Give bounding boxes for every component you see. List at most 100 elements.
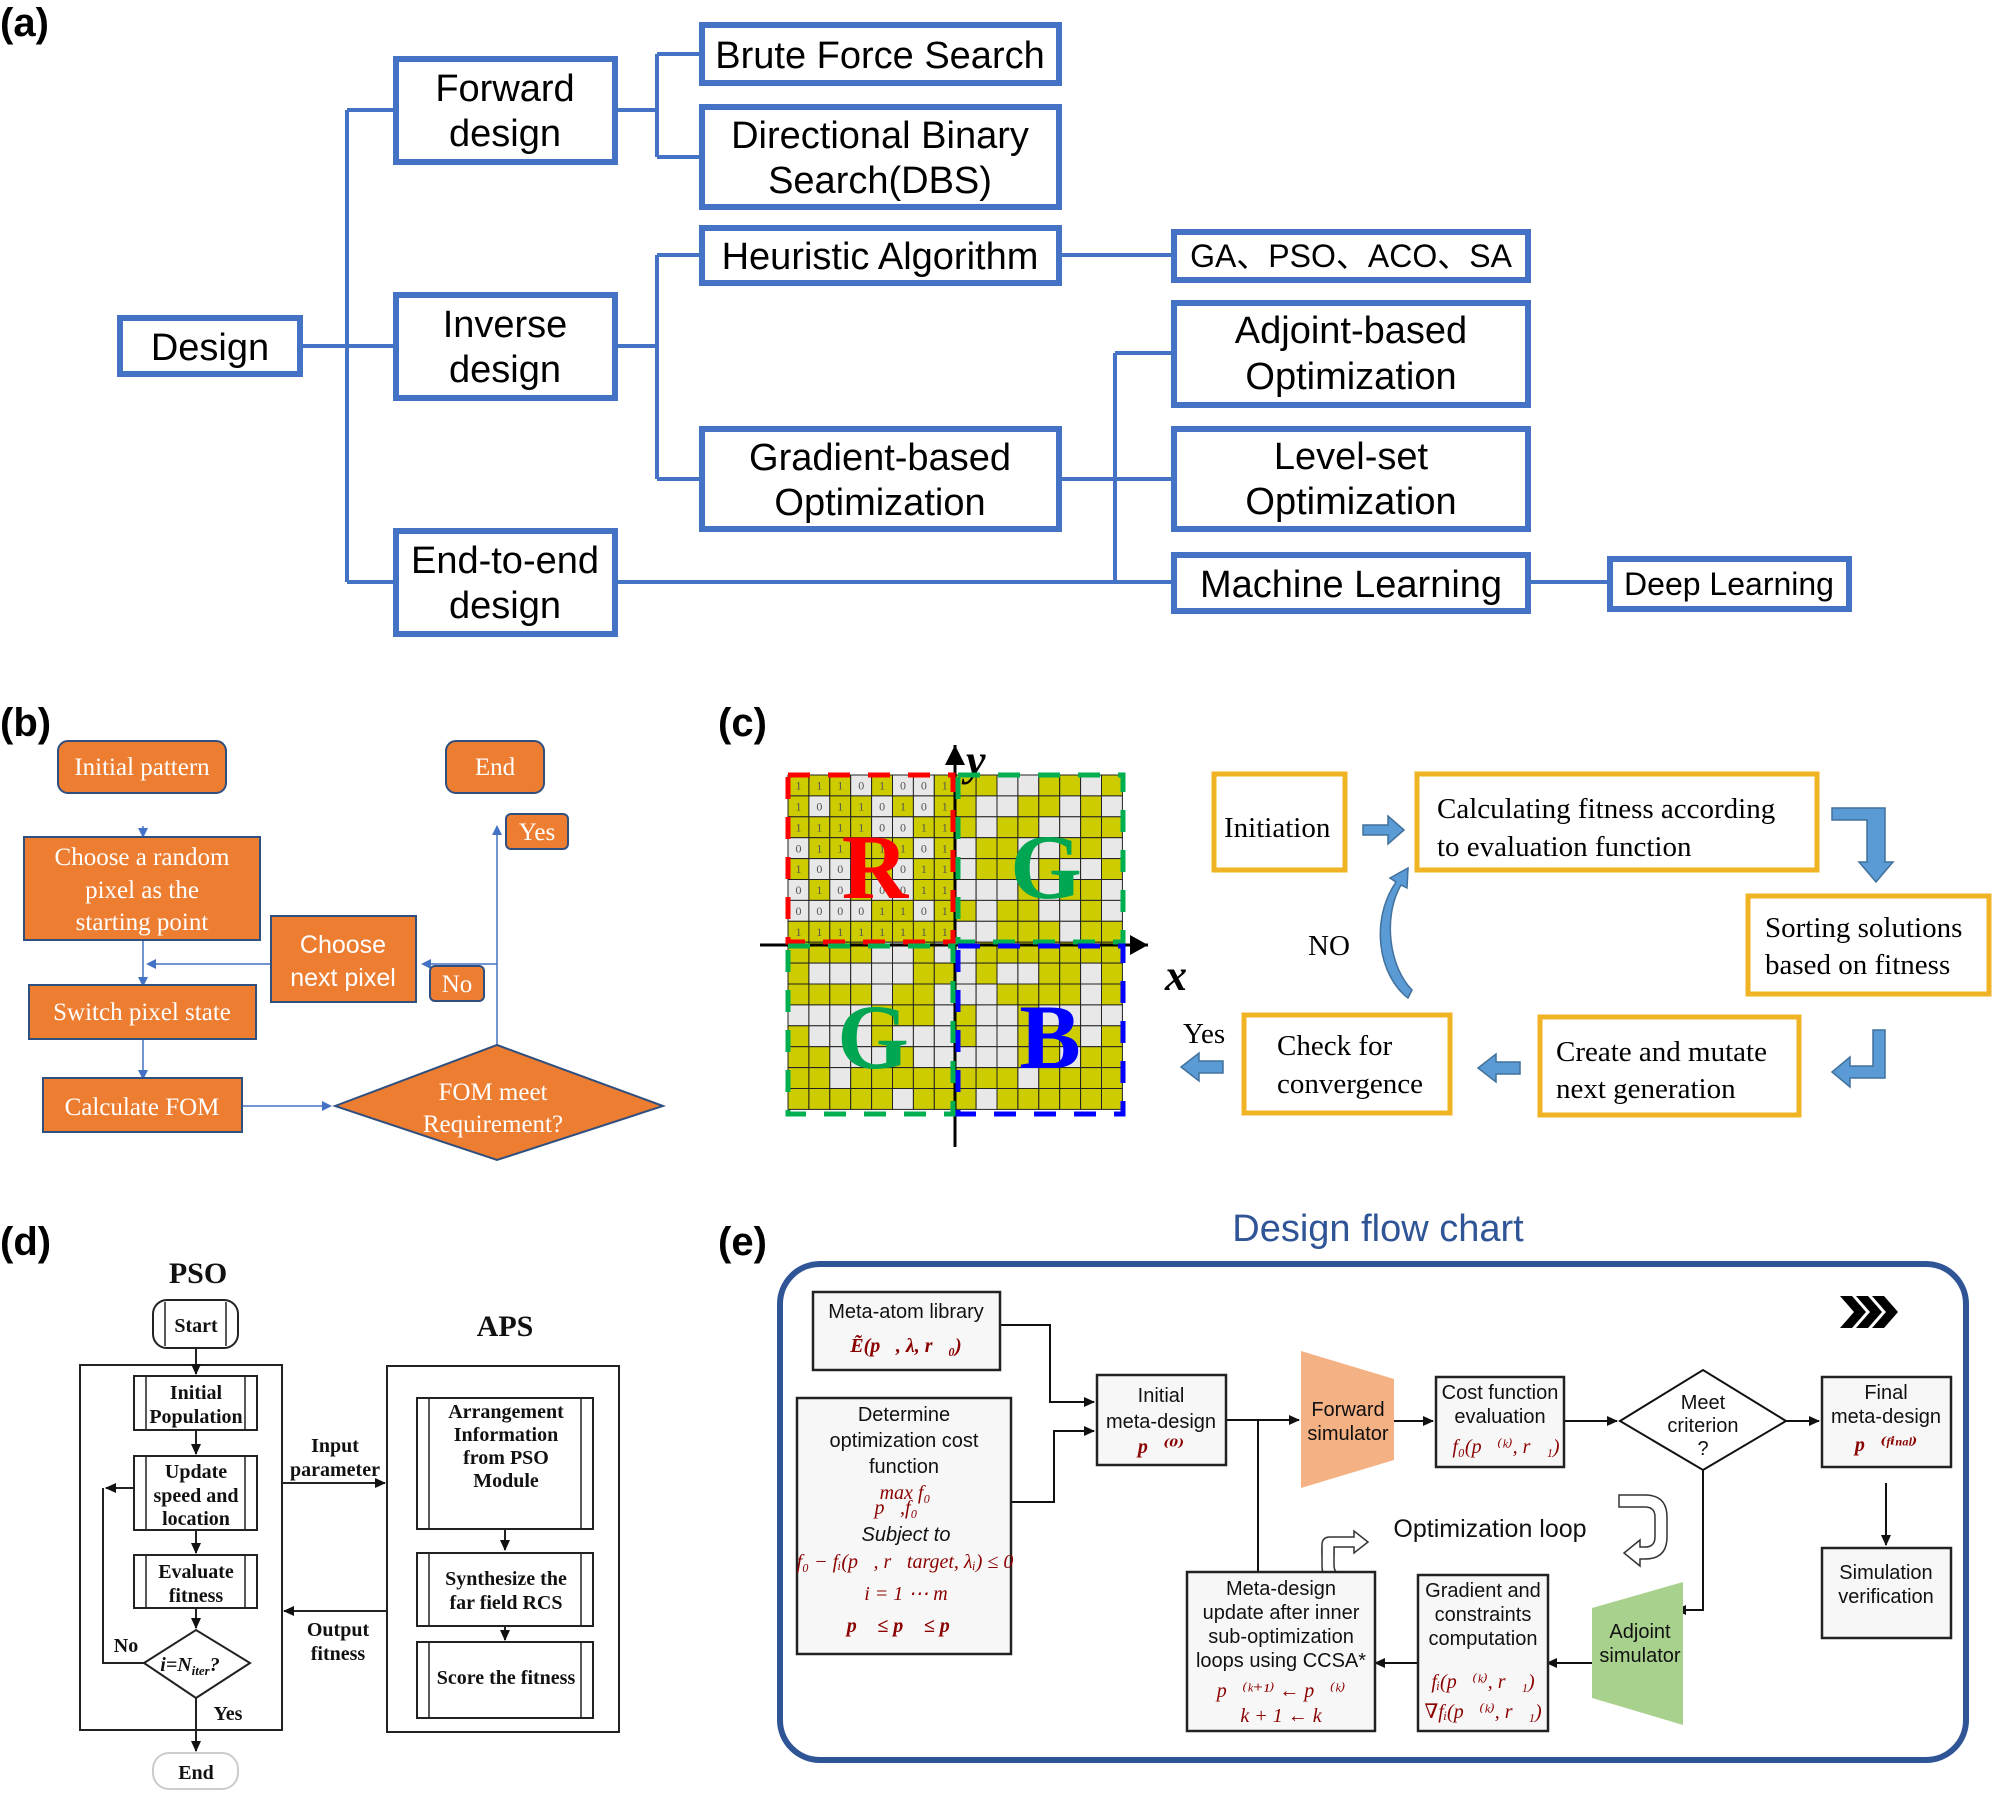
- step-label: Choose a random: [55, 844, 231, 871]
- branch-label: No: [442, 971, 473, 998]
- pixel-cell: [808, 1067, 831, 1089]
- label-no: No: [114, 1635, 138, 1657]
- node-label: Deep Learning: [1624, 566, 1834, 602]
- step-label: Module: [473, 1470, 539, 1492]
- pixel-cell: [1059, 1088, 1082, 1110]
- pixel-cell: [996, 920, 1019, 943]
- pixel-cell: [1101, 1088, 1123, 1110]
- pixel-cell: [808, 1088, 831, 1110]
- pixel-cell: [1101, 816, 1123, 839]
- box-label: Forward: [1311, 1399, 1384, 1421]
- step-label: Initial pattern: [74, 754, 210, 781]
- panel-label-b: (b): [0, 701, 51, 745]
- node-label: Heuristic Algorithm: [722, 236, 1039, 278]
- pixel-bit: 0: [921, 779, 927, 793]
- pixel-bit: 1: [837, 925, 843, 939]
- pixel-cell: [975, 837, 998, 860]
- box-math: p⃗ ≤ p⃗ ≤ p⃗: [845, 1615, 966, 1637]
- step-label: Calculating fitness according: [1437, 793, 1775, 825]
- pixel-cell: [996, 795, 1019, 818]
- pixel-cell: [1017, 920, 1040, 943]
- pixel-cell: [975, 1004, 998, 1027]
- decision-label: FOM meet: [438, 1079, 547, 1106]
- decision-q: ?: [210, 1654, 220, 1676]
- node-label: Search(DBS): [768, 160, 992, 202]
- panel-e: (e) Design flow chart Meta-atom library …: [718, 1208, 1969, 1763]
- pixel-bit: 0: [921, 800, 927, 814]
- pixel-cell: [1101, 858, 1123, 880]
- pixel-cell: [1101, 962, 1123, 985]
- pixel-cell: [1080, 962, 1102, 985]
- node-heuristic-algorithm: Heuristic Algorithm: [699, 225, 1062, 286]
- pixel-cell: [975, 920, 998, 943]
- node-label: design: [449, 585, 561, 627]
- step-label: Choose: [300, 931, 386, 959]
- quadrant-b: B: [1019, 986, 1080, 1088]
- step-label: Update: [165, 1461, 227, 1483]
- pixel-cell: [892, 1088, 914, 1110]
- node-inverse-design: Inverse design: [393, 292, 618, 401]
- node-label: Directional Binary: [731, 115, 1029, 157]
- pixel-cell: [1059, 962, 1082, 985]
- pixel-bit: 1: [942, 862, 948, 876]
- pixel-bit: 0: [921, 841, 927, 855]
- pixel-cell: [808, 1025, 831, 1048]
- pixel-cell: [912, 983, 935, 1006]
- pixel-cell: [1080, 1025, 1102, 1048]
- panel-b: (b) Initial pattern Choose a random pixe…: [0, 701, 667, 1162]
- decision-fom-meet-requirement: FOM meet Requirement?: [332, 1043, 667, 1162]
- output-fitness-label: Output: [307, 1619, 370, 1641]
- box-math: p⃗,f₀: [872, 1497, 917, 1519]
- pixel-bit: 1: [837, 779, 843, 793]
- ga-step-sorting-solutions: Sorting solutions based on fitness: [1745, 893, 1992, 997]
- box-math: ∇fᵢ(p⃗⁽ᵏ⁾, r⃗₁): [1424, 1701, 1542, 1723]
- step-label: Sorting solutions: [1765, 912, 1962, 944]
- pso-update-speed-location: Update speed and location: [133, 1455, 258, 1531]
- pixel-bit: 1: [858, 800, 864, 814]
- pixel-cell: [975, 879, 998, 901]
- pixel-cell: [1080, 795, 1102, 818]
- node-forward-design: Forward design: [393, 56, 618, 165]
- box-label: meta-design: [1106, 1411, 1216, 1433]
- box-final-meta-design: Final meta-design p⃗⁽ᶠⁱⁿᵃˡ⁾: [1820, 1375, 1953, 1469]
- node-label: Gradient-based: [749, 437, 1011, 479]
- box-label: Determine: [858, 1404, 950, 1426]
- pixel-cell: [996, 962, 1019, 985]
- decision-label: i=Niter?: [160, 1654, 219, 1678]
- box-label: optimization cost: [830, 1430, 979, 1452]
- step-label: starting point: [76, 909, 209, 936]
- box-math: p⃗⁽ᵏ⁺¹⁾ ← p⃗⁽ᵏ⁾: [1215, 1680, 1346, 1702]
- pixel-cell: [1101, 920, 1123, 943]
- pixel-cell: [1101, 899, 1123, 922]
- box-math: p⃗⁽ᶠⁱⁿᵃˡ⁾: [1853, 1434, 1917, 1456]
- pixel-cell: [1080, 983, 1102, 1006]
- pixel-cell: [912, 1046, 935, 1069]
- pixel-cell: [1038, 1088, 1061, 1110]
- pixel-cell: [996, 1004, 1019, 1027]
- node-label: End-to-end: [411, 540, 599, 582]
- box-math: i = 1 ⋯ m: [864, 1583, 948, 1605]
- pixel-bit: 1: [796, 925, 802, 939]
- decision-sub: iter: [192, 1663, 211, 1678]
- box-math: f₀(p⃗⁽ᵏ⁾, r⃗₁): [1452, 1436, 1559, 1458]
- node-label: GA、PSO、ACO、SA: [1190, 238, 1513, 274]
- pixel-bit: 1: [921, 883, 927, 897]
- label-yes: Yes: [505, 813, 569, 850]
- step-label: pixel as the: [85, 877, 199, 904]
- end-label: End: [178, 1762, 214, 1784]
- decision-label: Requirement?: [423, 1111, 563, 1138]
- pixel-cell: [975, 1046, 998, 1069]
- pixel-cell: [975, 858, 998, 880]
- step-label: End: [475, 754, 516, 781]
- pixel-bit: 1: [796, 800, 802, 814]
- box-label: computation: [1429, 1628, 1538, 1650]
- pixel-cell: [1080, 774, 1102, 797]
- ga-step-calculating-fitness: Calculating fitness according to evaluat…: [1414, 771, 1820, 873]
- aps-synthesize-rcs: Synthesize the far field RCS: [416, 1552, 594, 1627]
- pixel-cell: [975, 1088, 998, 1110]
- aps-title: APS: [477, 1310, 534, 1343]
- box-label: Adjoint: [1609, 1621, 1671, 1643]
- pso-end: End: [152, 1752, 239, 1790]
- box-meta-design-update: Meta-design update after inner sub-optim…: [1185, 1570, 1377, 1733]
- pixel-bit: 1: [837, 800, 843, 814]
